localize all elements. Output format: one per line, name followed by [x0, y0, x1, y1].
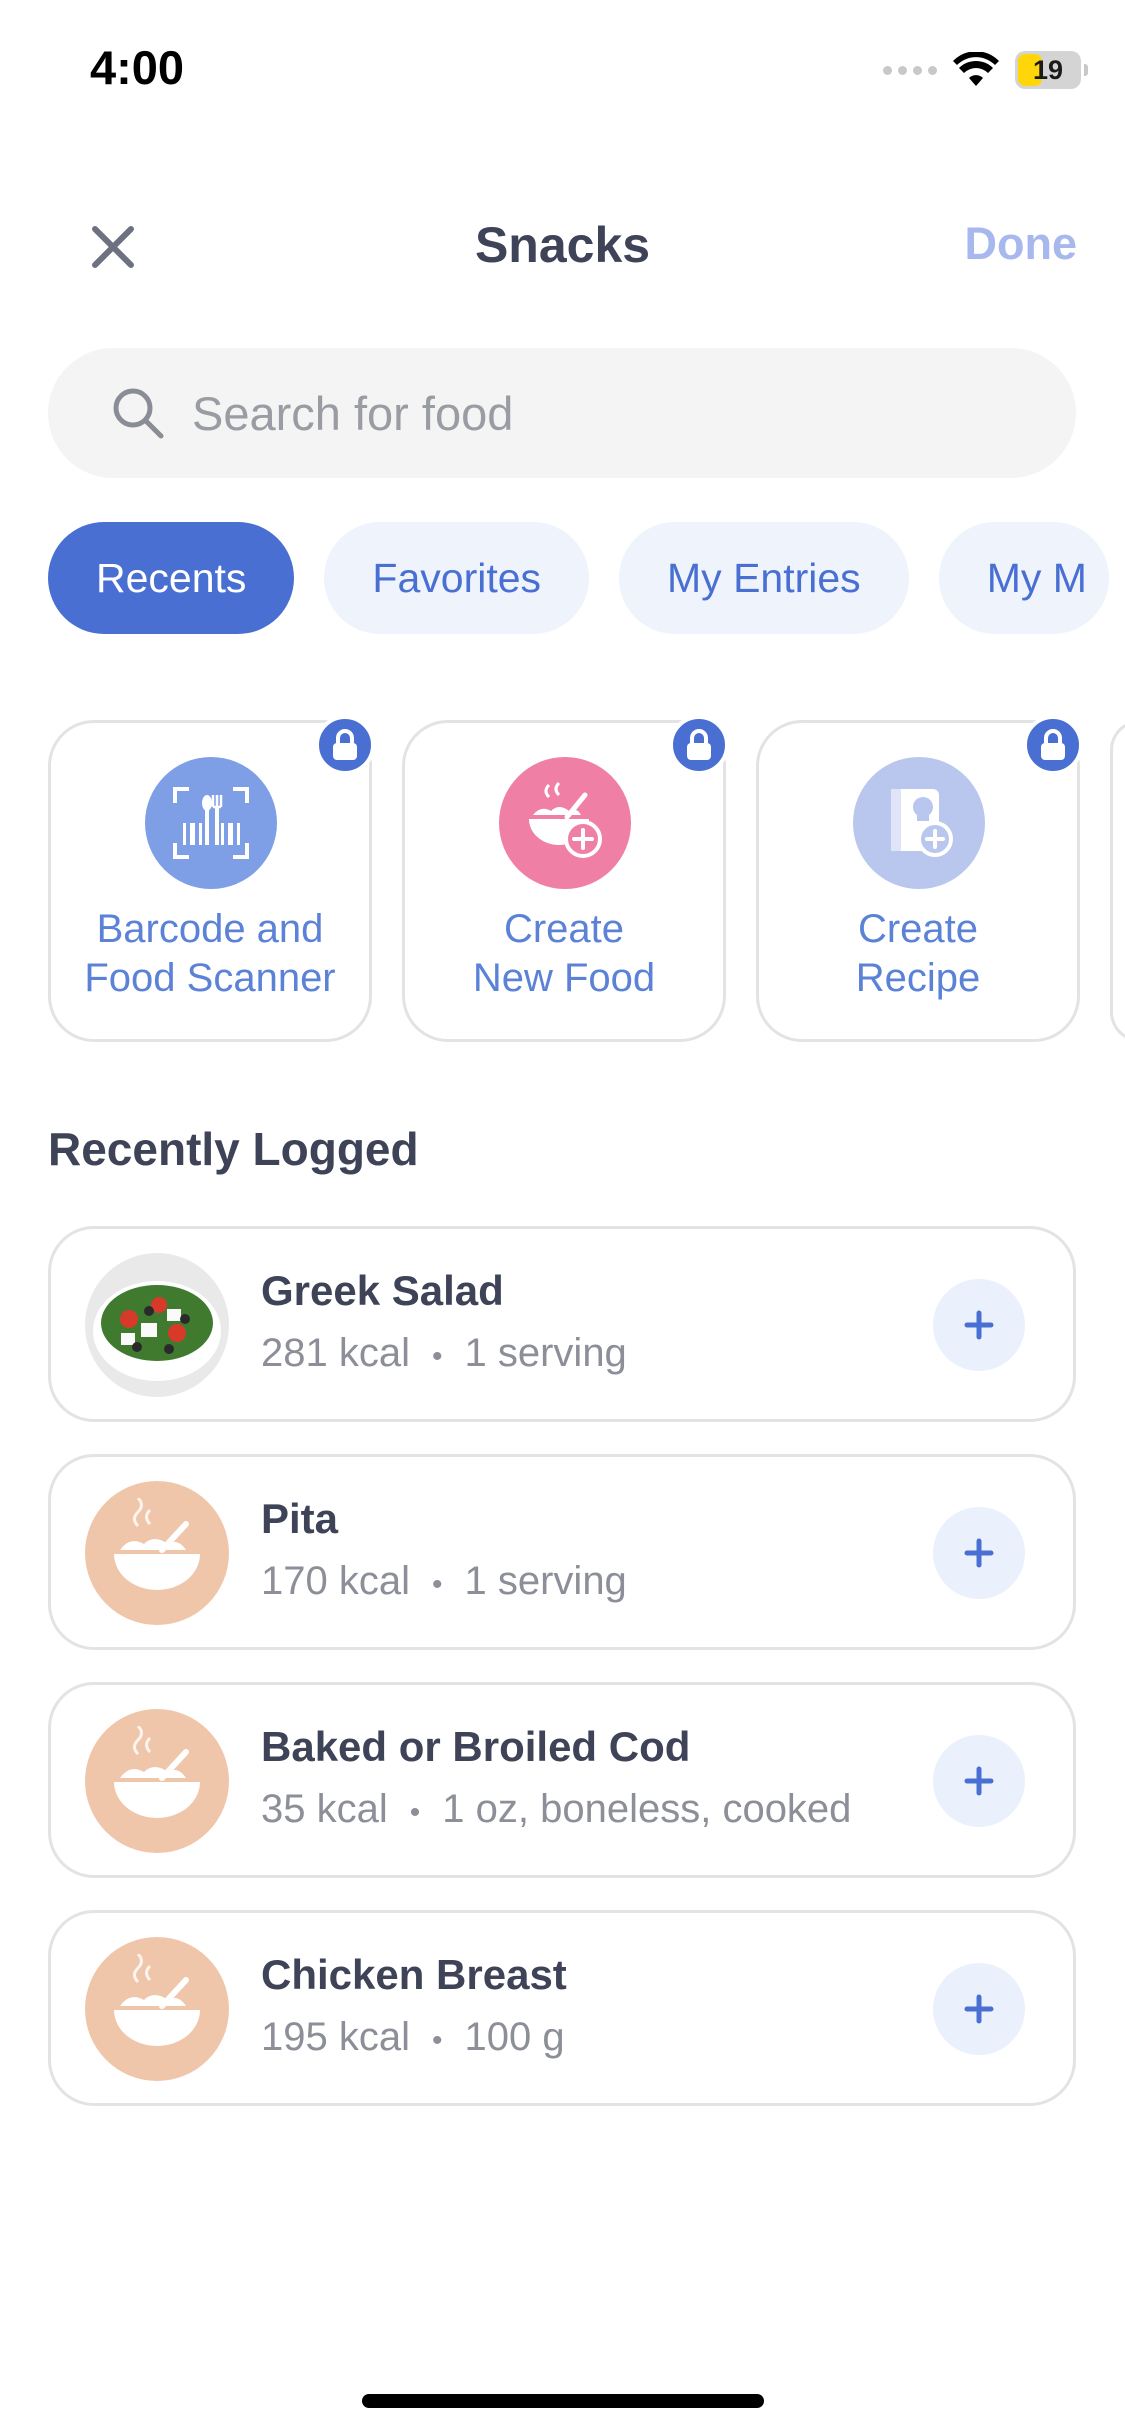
header: Snacks Done [0, 200, 1125, 290]
lock-icon [669, 715, 729, 775]
create-new-food-card[interactable]: Create New Food [402, 715, 729, 1042]
search-input[interactable]: Search for food [48, 348, 1076, 478]
create-recipe-card[interactable]: Create Recipe [756, 715, 1083, 1042]
food-serving: 1 oz, boneless, cooked [442, 1787, 852, 1831]
plus-icon [964, 1994, 994, 2024]
plus-icon [964, 1538, 994, 1568]
food-details: 35 kcal • 1 oz, boneless, cooked [261, 1787, 851, 1832]
battery-level: 19 [1032, 54, 1064, 85]
add-food-button[interactable] [933, 1963, 1025, 2055]
lock-icon [1023, 715, 1083, 775]
battery-icon: 19 [1015, 51, 1088, 89]
food-serving: 100 g [464, 2015, 565, 2059]
section-title: Recently Logged [48, 1123, 419, 1175]
food-name: Baked or Broiled Cod [261, 1723, 691, 1770]
separator-dot: • [409, 1796, 421, 1829]
greek-salad-photo [85, 1253, 229, 1397]
create-recipe-label: Create Recipe [855, 907, 981, 1000]
add-food-button[interactable] [933, 1279, 1025, 1371]
tab-favorites[interactable]: Favorites [324, 522, 590, 634]
search-placeholder: Search for food [192, 386, 514, 440]
food-calories: 281 kcal [261, 1331, 410, 1375]
quick-actions: Barcode andFood Scanner CreateNew Food [48, 715, 1125, 1042]
create-recipe-icon [853, 757, 985, 889]
separator-dot: • [431, 2024, 443, 2057]
food-calories: 195 kcal [261, 2015, 410, 2059]
list-item[interactable]: Greek Salad 281 kcal • 1 serving [48, 1226, 1076, 1422]
done-button[interactable]: Done [965, 218, 1078, 270]
barcode-scanner-icon [145, 757, 277, 889]
food-details: 281 kcal • 1 serving [261, 1331, 627, 1376]
home-indicator[interactable] [362, 2394, 764, 2408]
create-new-food-label: Create New Food [472, 907, 656, 1000]
wifi-icon [953, 52, 999, 86]
plus-icon [964, 1766, 994, 1796]
plus-icon [964, 1310, 994, 1340]
food-calories: 170 kcal [261, 1559, 410, 1603]
food-placeholder-icon [85, 1481, 229, 1625]
food-serving: 1 serving [464, 1331, 627, 1375]
list-item[interactable]: Baked or Broiled Cod 35 kcal • 1 oz, bonel… [48, 1682, 1076, 1878]
add-food-button[interactable] [933, 1507, 1025, 1599]
status-time: 4:00 [90, 41, 185, 94]
barcode-scanner-card[interactable]: Barcode and Food Scanner [48, 715, 375, 1042]
food-name: Greek Salad [261, 1267, 504, 1314]
food-details: 170 kcal • 1 serving [261, 1559, 627, 1604]
status-bar: 4:00 19 [0, 0, 1125, 140]
tab-recents[interactable]: Recents [48, 522, 295, 634]
food-calories: 35 kcal [261, 1787, 388, 1831]
barcode-scanner-label: Barcode and Food Scanner [84, 907, 336, 1000]
lock-icon [315, 715, 375, 775]
food-placeholder-icon [85, 1937, 229, 2081]
search-icon [113, 388, 164, 439]
page-title: Snacks [474, 217, 651, 273]
separator-dot: • [431, 1568, 443, 1601]
more-action-card[interactable] [1110, 720, 1125, 1042]
status-indicators: 19 [883, 48, 1088, 92]
food-name: Chicken Breast [261, 1951, 567, 1998]
separator-dot: • [431, 1340, 443, 1373]
cellular-signal-icon [883, 65, 937, 75]
create-food-icon [499, 757, 631, 889]
food-name: Pita [261, 1495, 339, 1542]
food-details: 195 kcal • 100 g [261, 2015, 565, 2060]
food-serving: 1 serving [464, 1559, 627, 1603]
list-item[interactable]: Pita 170 kcal • 1 serving [48, 1454, 1076, 1650]
filter-tabs: Recents Favorites My Entries My M [48, 522, 1109, 634]
food-placeholder-icon [85, 1709, 229, 1853]
list-item[interactable]: Chicken Breast 195 kcal • 100 g [48, 1910, 1076, 2106]
tab-my-entries[interactable]: My Entries [619, 522, 909, 634]
add-food-button[interactable] [933, 1735, 1025, 1827]
tab-my-meals[interactable]: My M [938, 522, 1109, 634]
